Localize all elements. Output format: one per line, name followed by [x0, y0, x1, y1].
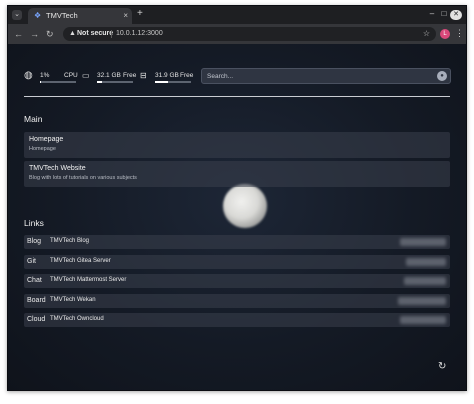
blurred-url	[404, 277, 446, 285]
bookmark-star-icon[interactable]: ☆	[423, 29, 430, 38]
link-row-blog[interactable]: Blog TMVTech Blog	[24, 235, 450, 249]
link-name[interactable]: TMVTech Owncloud	[50, 316, 104, 322]
main-section-title: Main	[24, 114, 43, 124]
tab-search-chevron-icon[interactable]: ⌄	[12, 10, 22, 20]
tab-strip: ⌄ ❖ TMVTech × + – □ ✕	[8, 6, 466, 24]
link-category: Board	[27, 297, 46, 304]
tab-close-icon[interactable]: ×	[123, 11, 128, 20]
cpu-usage-bar	[40, 81, 76, 83]
address-separator	[111, 30, 112, 38]
cpu-value: 1%	[40, 72, 50, 79]
moon-background-image	[223, 184, 267, 228]
disk-label: Free	[180, 72, 194, 79]
link-name[interactable]: TMVTech Mattermost Server	[50, 277, 126, 283]
security-label[interactable]: Not secure	[77, 30, 113, 37]
link-row-board[interactable]: Board TMVTech Wekan	[24, 294, 450, 308]
cpu-label: CPU	[64, 72, 78, 79]
link-row-cloud[interactable]: Cloud TMVTech Owncloud	[24, 313, 450, 327]
links-section-title: Links	[24, 218, 44, 228]
app-card-tmvtech-website[interactable]: TMVTech Website Blog with lots of tutori…	[24, 161, 450, 187]
new-tab-button[interactable]: +	[137, 9, 143, 19]
resource-stats: ◍ 1% CPU ▭ 32.1 GB Free ⊟ 31.9 GB Free	[24, 71, 194, 85]
link-row-git[interactable]: Git TMVTech Gitea Server	[24, 255, 450, 269]
minimize-icon[interactable]: –	[426, 9, 438, 18]
disk-usage-fill	[155, 81, 168, 83]
profile-avatar[interactable]: L	[440, 29, 450, 39]
dashboard-page: ◍ 1% CPU ▭ 32.1 GB Free ⊟ 31.9 GB Free ●…	[8, 44, 466, 390]
link-category: Chat	[27, 277, 42, 284]
not-secure-icon[interactable]: ▲	[69, 30, 76, 37]
tab-tmvtech[interactable]: ❖ TMVTech ×	[28, 8, 132, 24]
app-card-homepage[interactable]: Homepage Homepage	[24, 132, 450, 158]
app-card-title: TMVTech Website	[29, 165, 86, 172]
address-url[interactable]: 10.0.1.12:3000	[116, 30, 163, 37]
forward-icon[interactable]: →	[30, 29, 39, 39]
ram-usage-bar	[97, 81, 133, 83]
link-row-chat[interactable]: Chat TMVTech Mattermost Server	[24, 274, 450, 288]
disk-usage-bar	[155, 81, 191, 83]
search-input[interactable]	[207, 69, 427, 83]
search-icon[interactable]: ●	[437, 71, 447, 81]
back-icon[interactable]: ←	[14, 29, 23, 39]
ram-icon: ▭	[82, 71, 90, 80]
tab-title: TMVTech	[46, 11, 78, 20]
blurred-url	[406, 258, 446, 266]
ram-value: 32.1 GB	[97, 72, 121, 79]
ram-label: Free	[123, 72, 137, 79]
link-category: Git	[27, 258, 36, 265]
app-card-description: Blog with lots of tutorials on various s…	[29, 175, 137, 181]
refresh-icon[interactable]: ↻	[438, 362, 446, 372]
link-category: Blog	[27, 238, 42, 245]
address-bar[interactable]: ▲ Not secure 10.0.1.12:3000 ☆	[63, 27, 436, 41]
header-divider	[24, 96, 450, 97]
link-name[interactable]: TMVTech Blog	[50, 238, 89, 244]
blurred-url	[400, 238, 446, 246]
maximize-icon[interactable]: □	[438, 9, 450, 18]
search-box: ●	[201, 68, 451, 84]
link-category: Cloud	[27, 316, 46, 323]
browser-window: ⌄ ❖ TMVTech × + – □ ✕ ← → ↻ ▲ Not secure 1…	[7, 5, 467, 391]
app-card-description: Homepage	[29, 146, 56, 152]
blurred-url	[398, 297, 446, 305]
disk-value: 31.9 GB	[155, 72, 179, 79]
disk-icon: ⊟	[140, 71, 147, 80]
address-toolbar: ← → ↻ ▲ Not secure 10.0.1.12:3000 ☆ L ⋮	[8, 24, 466, 44]
globe-icon: ◍	[24, 70, 33, 81]
browser-menu-icon[interactable]: ⋮	[455, 28, 464, 39]
close-window-icon[interactable]: ✕	[450, 10, 462, 20]
link-name[interactable]: TMVTech Wekan	[50, 297, 96, 303]
reload-icon[interactable]: ↻	[46, 29, 54, 39]
app-card-title: Homepage	[29, 136, 64, 143]
link-name[interactable]: TMVTech Gitea Server	[50, 258, 111, 264]
blurred-url	[400, 316, 446, 324]
ram-usage-fill	[97, 81, 103, 83]
favicon-icon: ❖	[34, 11, 42, 20]
window-controls: – □ ✕	[426, 9, 462, 20]
